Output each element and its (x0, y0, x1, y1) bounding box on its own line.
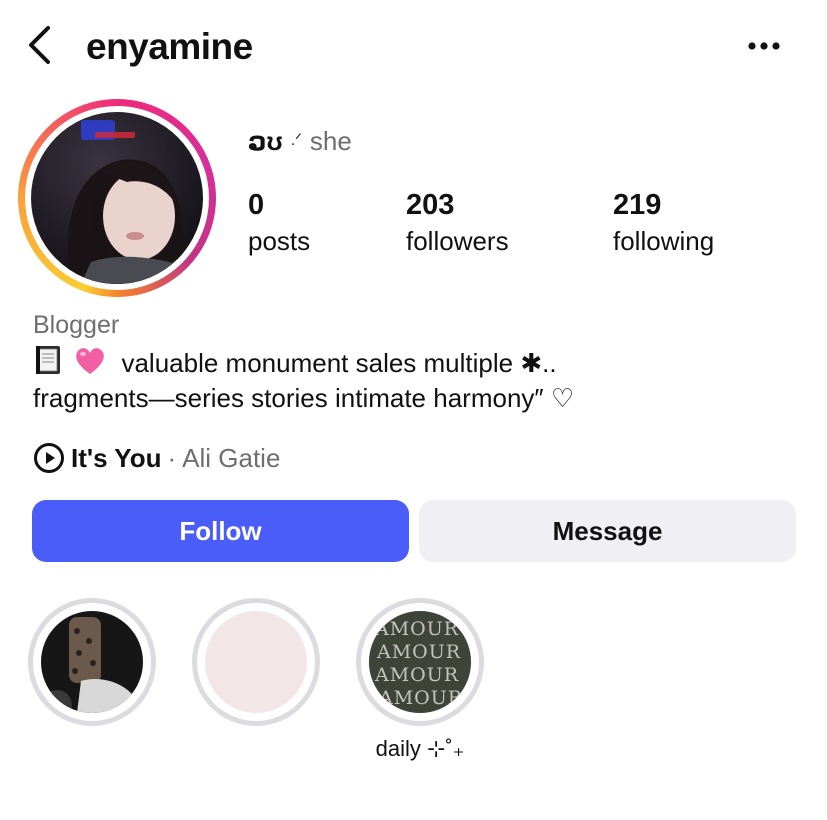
highlight-3-label: daily ⊹˚₊ (375, 736, 465, 761)
stat-following[interactable]: 219 following (613, 186, 714, 258)
highlight-cover-amour: AMOUR AMOUR AMOUR AMOUR (369, 611, 471, 713)
bio-text-1: valuable monument sales multiple ✱.. (121, 348, 557, 378)
stat-following-label: following (613, 226, 715, 256)
profile-avatar-story-ring[interactable] (18, 99, 216, 297)
profile-music[interactable]: It's You · Ali Gatie (33, 440, 280, 476)
stat-followers-count: 203 (406, 189, 455, 221)
profile-username: enyamine (86, 26, 253, 67)
bio-line-2: fragments—series stories intimate harmon… (33, 383, 575, 413)
stat-posts[interactable]: 0 posts (248, 186, 310, 258)
highlight-3[interactable]: AMOUR AMOUR AMOUR AMOUR (356, 598, 484, 726)
back-button[interactable] (22, 25, 56, 70)
music-artist: Ali Gatie (182, 443, 281, 473)
highlight-1[interactable] (28, 598, 156, 726)
stat-followers[interactable]: 203 followers (406, 186, 509, 258)
stat-following-count: 219 (613, 189, 662, 221)
stat-posts-count: 0 (248, 189, 265, 221)
more-horizontal-icon (747, 38, 781, 56)
pronouns-line: ວʊ .ᐟ she (248, 124, 352, 158)
chevron-left-icon (26, 25, 52, 70)
stat-followers-label: followers (406, 226, 509, 256)
name-glyph: ວʊ (248, 126, 283, 156)
sparkle-decoration: .ᐟ (290, 132, 302, 149)
pronouns: she (309, 126, 352, 156)
profile-category: Blogger (33, 311, 120, 339)
more-options-button[interactable] (742, 30, 786, 64)
music-song-title: It's You (71, 443, 162, 473)
highlight-cover-blank (205, 611, 307, 713)
highlight-2[interactable] (192, 598, 320, 726)
bio-line-1: valuable monument sales multiple ✱.. (33, 344, 557, 385)
follow-button[interactable]: Follow (32, 500, 409, 562)
message-button[interactable]: Message (419, 500, 796, 562)
notebook-icon (33, 344, 63, 385)
play-circle-icon (33, 442, 65, 474)
music-separator: · (167, 443, 177, 473)
stat-posts-label: posts (248, 226, 311, 256)
highlight-cover-photo (41, 611, 143, 713)
avatar (31, 112, 203, 284)
